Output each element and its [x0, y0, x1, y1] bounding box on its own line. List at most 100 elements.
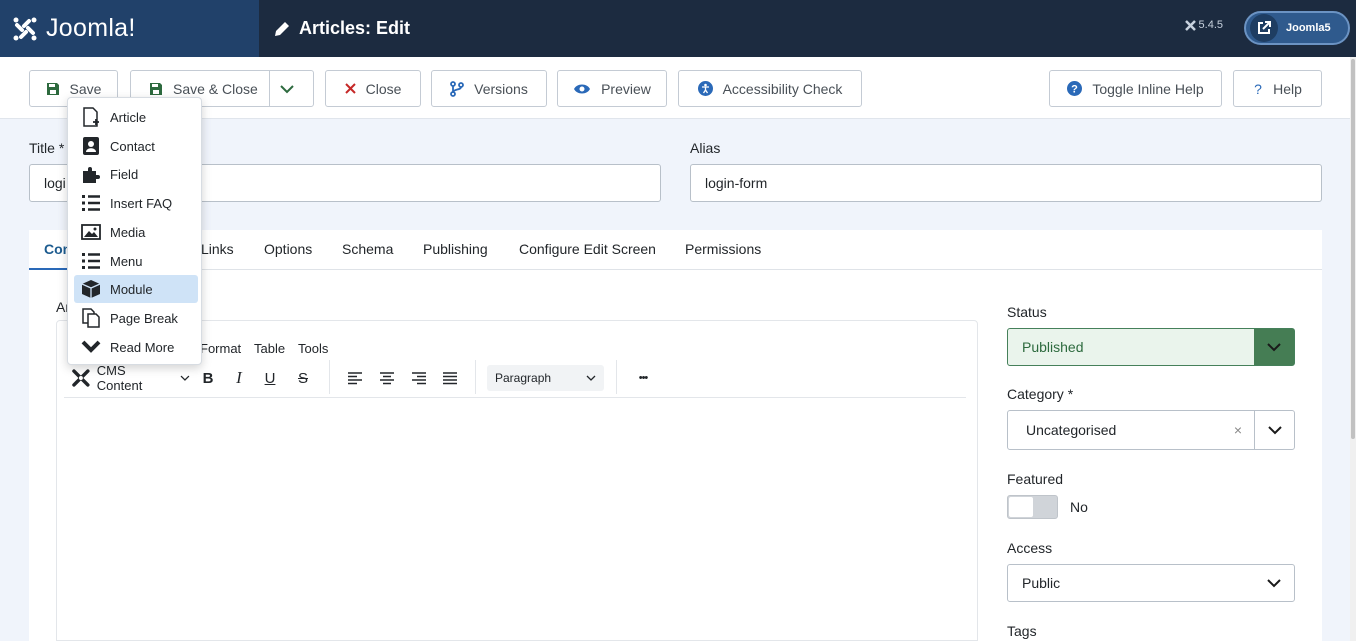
tab-permissions[interactable]: Permissions: [685, 241, 761, 257]
strikethrough-button[interactable]: S: [294, 368, 312, 388]
tags-label: Tags: [1007, 623, 1037, 639]
dropdown-item-article[interactable]: Article: [74, 103, 198, 131]
save-label: Save: [69, 80, 102, 97]
status-value: Published: [1022, 339, 1084, 355]
status-select[interactable]: Published: [1007, 328, 1295, 366]
chevron-down-icon: [80, 336, 102, 358]
tab-bar: Con Links Options Schema Publishing Conf…: [29, 230, 1322, 270]
cms-content-dropdown: Article Contact Field Insert FAQ Media M…: [67, 97, 202, 365]
chevron-down-icon: [1267, 425, 1282, 434]
page-title-text: Articles: Edit: [299, 18, 411, 38]
pencil-icon: [275, 21, 289, 36]
editor-menu-table[interactable]: Table: [254, 341, 285, 356]
dropdown-item-menu[interactable]: Menu: [74, 247, 198, 275]
featured-label: Featured: [1007, 471, 1064, 487]
access-select[interactable]: Public: [1007, 564, 1295, 602]
access-label: Access: [1007, 540, 1053, 556]
justify-button[interactable]: [441, 368, 459, 388]
copy-icon: [80, 307, 102, 329]
more-button[interactable]: •••: [633, 368, 653, 388]
tab-schema[interactable]: Schema: [342, 241, 393, 257]
clear-category-icon[interactable]: ×: [1234, 422, 1242, 438]
contact-card-icon: [80, 135, 102, 157]
chevron-down-icon: [1267, 342, 1281, 351]
tab-options[interactable]: Options: [264, 241, 312, 257]
dropdown-item-field[interactable]: Field: [74, 160, 198, 188]
align-left-icon: [348, 372, 362, 385]
tab-publishing[interactable]: Publishing: [423, 241, 488, 257]
accessibility-label: Accessibility Check: [722, 80, 843, 97]
dropdown-item-insert-faq[interactable]: Insert FAQ: [74, 189, 198, 217]
underline-button[interactable]: U: [261, 368, 279, 388]
dropdown-item-label: Contact: [110, 138, 155, 154]
alias-input[interactable]: login-form: [690, 164, 1322, 202]
align-left-button[interactable]: [346, 368, 364, 388]
bold-icon: B: [202, 369, 214, 387]
accessibility-check-button[interactable]: Accessibility Check: [678, 70, 862, 107]
dropdown-item-module[interactable]: Module: [74, 275, 198, 303]
italic-icon: I: [236, 368, 242, 387]
cms-content-label: CMS Content: [96, 363, 143, 393]
logo[interactable]: Joomla!: [0, 0, 259, 57]
user-menu-button[interactable]: Joomla5: [1244, 11, 1350, 45]
dropdown-item-read-more[interactable]: Read More: [74, 333, 198, 361]
dropdown-item-label: Field: [110, 166, 139, 182]
close-label: Close: [365, 80, 402, 97]
italic-button[interactable]: I: [231, 368, 247, 388]
list-icon: [80, 250, 102, 272]
dropdown-item-page-break[interactable]: Page Break: [74, 304, 198, 332]
chevron-down-icon: [1267, 578, 1281, 587]
logo-text: Joomla!: [46, 14, 136, 42]
scrollbar-thumb[interactable]: [1351, 59, 1355, 439]
list-icon: [80, 192, 102, 214]
toggle-knob: [1009, 497, 1033, 517]
chevron-down-icon: [180, 375, 190, 381]
align-center-button[interactable]: [378, 368, 396, 388]
help-button[interactable]: ? Help: [1233, 70, 1322, 107]
versions-button[interactable]: Versions: [431, 70, 547, 107]
svg-text:?: ?: [1071, 84, 1078, 96]
dropdown-item-label: Media: [110, 224, 146, 240]
toggle-inline-help-button[interactable]: ? Toggle Inline Help: [1049, 70, 1222, 107]
toolbar: Save Save & Close Close Versions Preview…: [0, 57, 1350, 119]
editor-menu-format[interactable]: Format: [200, 341, 241, 356]
justify-icon: [443, 372, 457, 385]
joomla-logo-icon: [13, 17, 37, 40]
joomla-small-icon: [72, 369, 90, 387]
puzzle-icon: [80, 163, 102, 185]
align-right-icon: [412, 372, 426, 385]
eye-icon: [574, 84, 591, 93]
category-value: Uncategorised: [1026, 422, 1117, 438]
joomla-small-icon: [1184, 19, 1196, 31]
toolbar-separator: [329, 360, 330, 394]
editor-menu-tools[interactable]: Tools: [298, 341, 328, 356]
bold-button[interactable]: B: [199, 368, 217, 388]
dropdown-item-label: Insert FAQ: [110, 195, 173, 211]
cms-content-button[interactable]: CMS Content: [70, 363, 190, 393]
close-button[interactable]: Close: [325, 70, 421, 107]
user-label: Joomla5: [1286, 22, 1331, 34]
dropdown-item-media[interactable]: Media: [74, 218, 198, 246]
dropdown-item-label: Page Break: [110, 310, 178, 326]
category-label: Category *: [1007, 386, 1074, 402]
image-icon: [80, 221, 102, 243]
tab-configure-edit-screen[interactable]: Configure Edit Screen: [519, 241, 656, 257]
tab-links[interactable]: Links: [201, 241, 234, 257]
page-scrollbar[interactable]: [1350, 57, 1356, 641]
toolbar-separator: [616, 360, 617, 394]
close-icon: [344, 83, 356, 94]
dropdown-item-contact[interactable]: Contact: [74, 132, 198, 160]
save-options-toggle[interactable]: [269, 71, 313, 106]
version-badge: 5.4.5: [1184, 19, 1223, 31]
alias-value: login-form: [705, 175, 768, 191]
chevron-down-icon: [279, 84, 294, 93]
save-close-label: Save & Close: [173, 80, 258, 97]
access-value: Public: [1022, 575, 1061, 591]
toggle-help-label: Toggle Inline Help: [1092, 80, 1204, 97]
align-right-button[interactable]: [410, 368, 428, 388]
paragraph-select[interactable]: Paragraph: [487, 365, 604, 391]
featured-toggle[interactable]: [1007, 495, 1058, 519]
category-select[interactable]: Uncategorised ×: [1007, 410, 1295, 450]
dropdown-item-label: Module: [110, 281, 153, 297]
preview-button[interactable]: Preview: [557, 70, 667, 107]
